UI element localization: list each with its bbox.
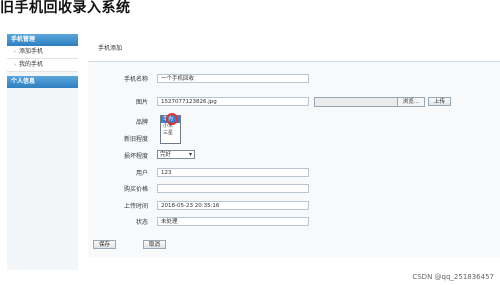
user-label: 用户 bbox=[135, 170, 148, 177]
user-field[interactable]: 123 bbox=[157, 168, 309, 177]
sidebar-item-label: 添加手机 bbox=[19, 48, 44, 55]
sidebar: 手机管理 › 添加手机 › 我的手机 个人信息 bbox=[7, 34, 78, 270]
condition-label: 新旧程度 bbox=[123, 136, 148, 143]
sidebar-item-label: 我的手机 bbox=[19, 61, 44, 68]
status-label: 状态 bbox=[135, 219, 148, 226]
watermark: CSDN @qq_251836457 bbox=[412, 273, 494, 281]
sidebar-item-add-phone[interactable]: › 添加手机 bbox=[7, 46, 78, 59]
upload-button[interactable]: 上传 bbox=[428, 97, 452, 106]
upload-time-field[interactable]: 2018-05-23 20:35:16 bbox=[157, 201, 309, 210]
phone-form: 手机名称 一个手机回收 图片 1527077123826.jpg 浏览... 上… bbox=[88, 67, 500, 247]
price-label: 购买价格 bbox=[123, 186, 148, 193]
damage-select-value: 完好 bbox=[160, 152, 172, 158]
damage-label: 损坏程度 bbox=[123, 153, 148, 160]
browse-button[interactable]: 浏览... bbox=[396, 98, 424, 106]
image-field[interactable]: 1527077123826.jpg bbox=[157, 97, 309, 106]
cancel-button[interactable]: 取消 bbox=[143, 240, 167, 249]
chevron-down-icon: ▾ bbox=[188, 151, 192, 158]
image-label: 图片 bbox=[135, 99, 148, 106]
page-title: 手机添加 bbox=[88, 37, 500, 62]
sidebar-section-phone[interactable]: 手机管理 bbox=[7, 34, 78, 46]
sidebar-item-my-phones[interactable]: › 我的手机 bbox=[7, 59, 78, 72]
sidebar-section-profile[interactable]: 个人信息 bbox=[7, 76, 78, 88]
cursor-highlight-icon bbox=[166, 113, 178, 125]
save-button[interactable]: 保存 bbox=[93, 240, 117, 249]
app-title: 旧手机回收录入系统 bbox=[0, 0, 131, 16]
file-input[interactable]: 浏览... bbox=[314, 97, 425, 107]
upload-time-label: 上传时间 bbox=[123, 203, 148, 210]
name-label: 手机名称 bbox=[123, 76, 148, 83]
main-panel: 手机添加 手机名称 一个手机回收 图片 1527077123826.jpg 浏览… bbox=[88, 37, 500, 257]
price-field[interactable] bbox=[157, 184, 309, 193]
chevron-right-icon: › bbox=[14, 49, 16, 55]
chevron-right-icon: › bbox=[14, 62, 16, 68]
brand-label: 品牌 bbox=[135, 119, 148, 126]
status-field[interactable]: 未处理 bbox=[157, 217, 309, 226]
damage-select[interactable]: 完好 ▾ bbox=[157, 150, 195, 159]
brand-option[interactable]: 三星 bbox=[161, 130, 180, 137]
name-field[interactable]: 一个手机回收 bbox=[157, 74, 309, 83]
